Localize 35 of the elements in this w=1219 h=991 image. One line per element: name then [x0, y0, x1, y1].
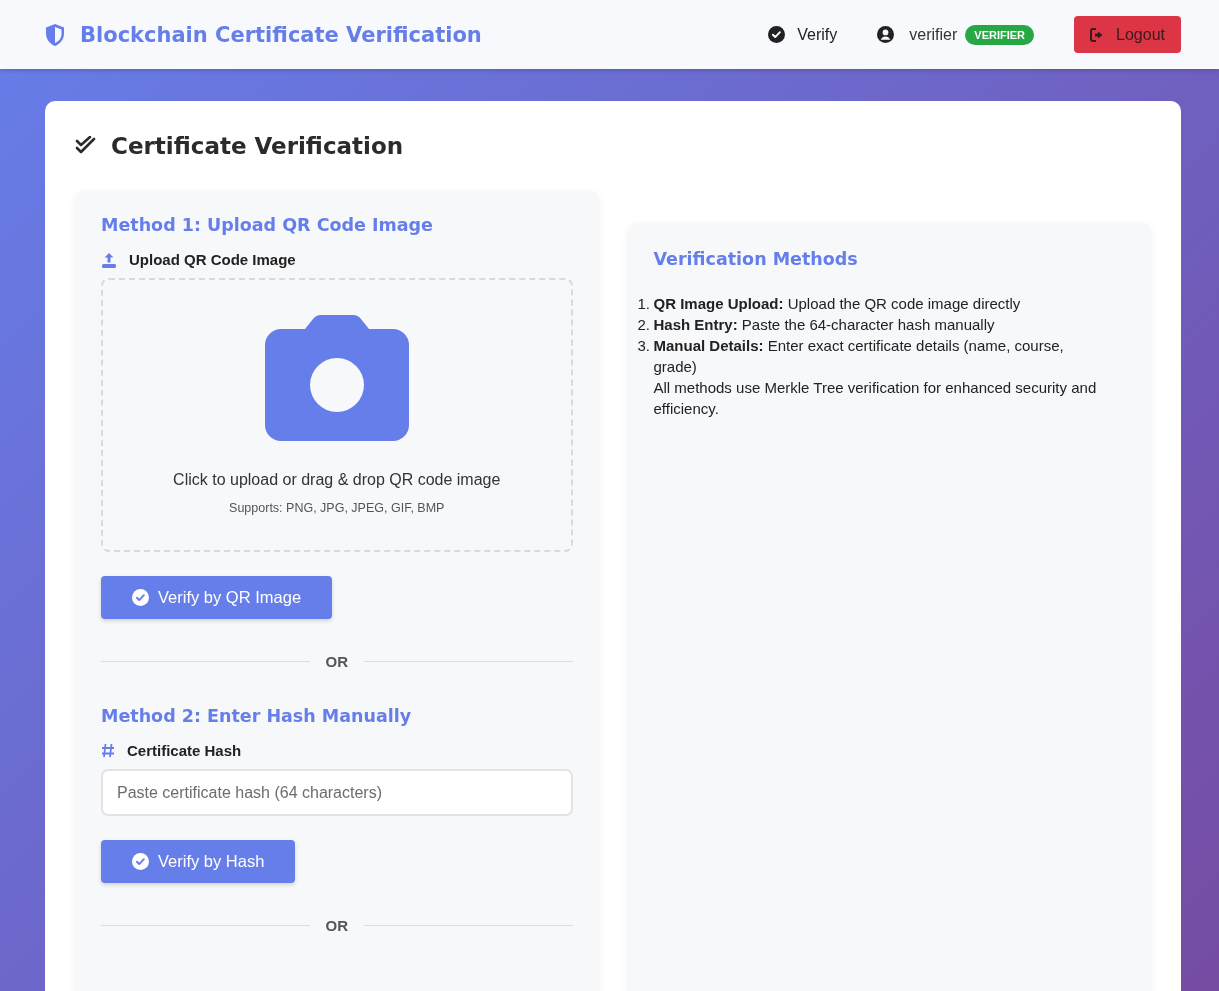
method-description: Hash Entry: Paste the 64-character hash manually: [653, 315, 995, 335]
upload-icon: [101, 251, 117, 268]
upload-dropzone[interactable]: Click to upload or drag & drop QR code image Supports: PNG, JPG, JPEG, GIF, BMP: [101, 278, 573, 552]
verify-nav-link[interactable]: Verify: [768, 25, 838, 44]
method-description: QR Image Upload: Upload the QR code image directly: [653, 294, 1021, 314]
list-number: 2.: [637, 315, 651, 335]
hash-input-field[interactable]: Paste certificate hash (64 characters): [101, 769, 573, 816]
field-label: Upload QR Code Image: [129, 251, 296, 268]
check-circle-icon: [132, 853, 149, 870]
info-heading: Verification Methods: [653, 249, 859, 269]
shield-icon: [44, 22, 66, 47]
dropzone-text: Click to upload or drag & drop QR code image: [173, 471, 501, 489]
or-separator: OR: [325, 917, 348, 934]
page-title: Certificate Verification: [111, 133, 404, 159]
list-number: 3.: [637, 336, 651, 356]
field-label: Certificate Hash: [127, 742, 242, 759]
user-icon: [877, 26, 895, 43]
logout-button[interactable]: Logout: [1074, 16, 1181, 53]
or-separator: OR: [325, 653, 348, 670]
check-circle-icon: [768, 26, 786, 43]
camera-icon: [264, 315, 409, 441]
role-badge: VERIFIER: [965, 24, 1035, 45]
info-note: All methods use Merkle Tree verification for enhanced security and efficiency.: [653, 378, 1098, 419]
method-heading: Method 2: Enter Hash Manually: [101, 706, 413, 726]
dropzone-hint: Supports: PNG, JPG, JPEG, GIF, BMP: [229, 501, 445, 515]
brand-title: Blockchain Certificate Verification: [80, 22, 482, 47]
method-heading: Method 1: Upload QR Code Image: [101, 215, 434, 235]
list-number: 1.: [637, 294, 651, 314]
check-circle-icon: [132, 589, 149, 606]
method-description: Manual Details: Enter exact certificate details (name, course, grade): [653, 336, 1065, 377]
double-check-icon: [75, 136, 97, 156]
verify-button[interactable]: Verify by QR Image: [101, 576, 333, 619]
username: verifier: [909, 25, 958, 44]
verify-button[interactable]: Verify by Hash: [101, 840, 296, 883]
hash-icon: [101, 743, 115, 758]
